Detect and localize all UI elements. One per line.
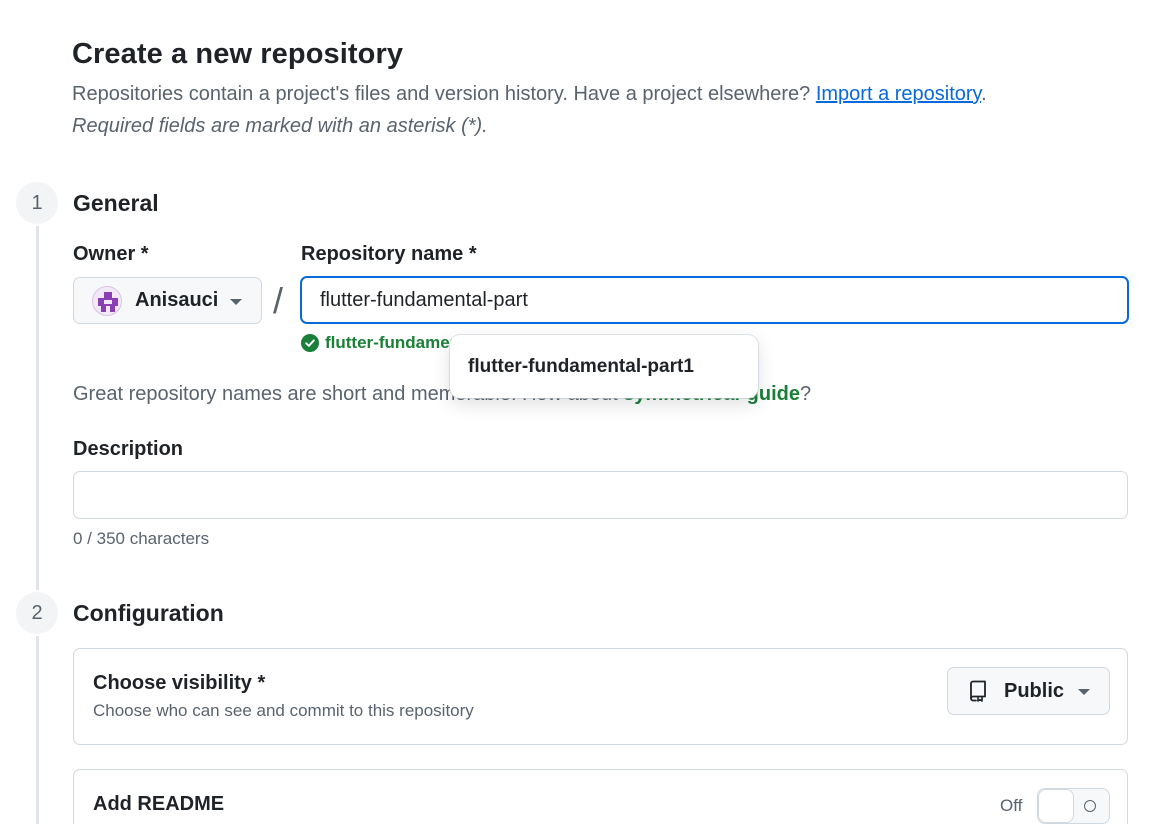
import-repository-link[interactable]: Import a repository (816, 83, 981, 105)
owner-avatar (92, 285, 122, 316)
toggle-off-icon (1084, 800, 1096, 812)
readme-card: Add README Off (73, 769, 1128, 824)
check-circle-icon (301, 334, 319, 352)
repository-name-label: Repository name * (301, 243, 477, 265)
identicon-avatar-icon (98, 291, 118, 312)
section-title-general: General (73, 190, 159, 216)
required-fields-note: Required fields are marked with an aster… (72, 115, 488, 137)
availability-message: flutter-fundamental-part is available. (301, 333, 452, 353)
section-title-configuration: Configuration (73, 600, 224, 626)
hint-suffix: ? (800, 383, 812, 405)
visibility-title: Choose visibility * (93, 672, 266, 694)
readme-toggle-label: Off (1000, 796, 1023, 815)
availability-text: flutter-fundamental-part is available. (325, 333, 452, 352)
owner-dropdown-button[interactable]: Anisauci (73, 277, 262, 324)
readme-toggle[interactable] (1037, 788, 1110, 824)
caret-down-icon (230, 299, 242, 305)
autocomplete-suggestion[interactable]: flutter-fundamental-part1 (468, 356, 694, 378)
subtitle-period: . (981, 83, 987, 105)
visibility-description: Choose who can see and commit to this re… (93, 701, 474, 720)
description-label: Description (73, 438, 184, 460)
step-number-general: 1 (16, 182, 58, 224)
owner-repo-separator: / (273, 280, 284, 321)
readme-title: Add README (93, 793, 225, 815)
step-number-configuration: 2 (16, 592, 58, 634)
visibility-value: Public (1004, 679, 1065, 702)
visibility-card: Choose visibility * Choose who can see a… (73, 648, 1128, 745)
step-rail-1 (36, 226, 39, 590)
owner-label: Owner * (73, 243, 149, 265)
step-rail-2 (36, 636, 39, 824)
repository-name-input[interactable] (300, 276, 1129, 324)
toggle-knob (1038, 789, 1074, 823)
description-input[interactable] (73, 471, 1128, 519)
page-subtitle: Repositories contain a project's files a… (72, 83, 987, 106)
repo-icon (970, 680, 986, 702)
owner-name: Anisauci (135, 289, 219, 311)
description-char-count: 0 / 350 characters (73, 529, 210, 548)
visibility-dropdown-button[interactable]: Public (947, 667, 1110, 715)
page-title: Create a new repository (72, 38, 404, 70)
autocomplete-popup[interactable]: flutter-fundamental-part1 (450, 335, 758, 398)
subtitle-text: Repositories contain a project's files a… (72, 83, 811, 105)
caret-down-icon (1078, 689, 1090, 695)
